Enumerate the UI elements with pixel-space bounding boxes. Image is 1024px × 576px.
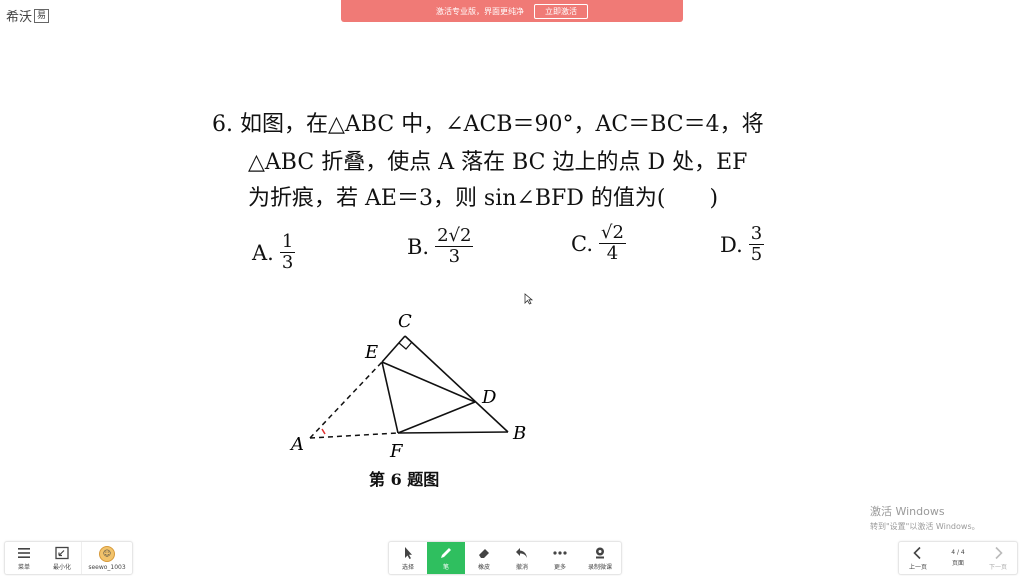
minimize-icon <box>55 546 69 559</box>
brand-logo: 希沃 易 <box>6 6 50 25</box>
option-a: A. 1 3 <box>252 231 296 273</box>
promo-banner: 激活专业版，界面更纯净 立即激活 <box>341 0 683 22</box>
edge-ec <box>381 335 406 363</box>
eraser-tool-label: 橡皮 <box>477 563 490 571</box>
option-c: C. √2 4 <box>571 223 626 264</box>
activate-button[interactable]: 立即激活 <box>534 3 588 19</box>
more-label: 更多 <box>553 563 566 571</box>
option-b-label: B. <box>407 234 430 259</box>
label-b: B <box>512 423 526 444</box>
toolbar-right: 上一页 4 / 4 页面 下一页 <box>898 541 1018 575</box>
label-f: F <box>389 441 404 462</box>
label-e: E <box>364 342 378 363</box>
record-lesson-button[interactable]: 录制微课 <box>579 542 621 574</box>
record-icon <box>596 547 604 558</box>
question-line-2: △ABC 折叠，使点 A 落在 BC 边上的点 D 处，EF <box>248 150 748 175</box>
more-dots-icon <box>553 550 567 555</box>
chevron-right-icon <box>995 546 1003 559</box>
brand-badge: 易 <box>34 8 50 23</box>
edge-fb <box>397 431 509 434</box>
pen-tool-label: 笔 <box>442 563 449 571</box>
user-account-button[interactable]: ☺ seewo_1003 <box>81 542 132 574</box>
option-c-fraction: √2 4 <box>599 223 626 264</box>
option-d-numerator: 3 <box>748 223 765 245</box>
next-page-label: 下一页 <box>988 563 1007 571</box>
watermark-line-2: 转到"设置"以激活 Windows。 <box>870 522 980 531</box>
edge-af-dashed <box>309 432 399 439</box>
eraser-tool-button[interactable]: 橡皮 <box>465 542 503 574</box>
option-c-denominator: 4 <box>606 243 619 264</box>
question-line-3: 为折痕，若 AE＝3，则 sin∠BFD 的值为( ) <box>248 186 719 211</box>
pages-label: 页面 <box>951 560 964 567</box>
undo-button[interactable]: 撤消 <box>503 542 541 574</box>
option-b: B. 2√2 3 <box>407 225 474 267</box>
chevron-left-icon <box>913 546 921 559</box>
eraser-icon <box>479 548 489 558</box>
menu-button[interactable]: 菜单 <box>5 542 43 574</box>
prev-page-label: 上一页 <box>908 563 927 571</box>
triangle-figure: C E D A F B <box>289 311 526 462</box>
minimize-label: 最小化 <box>52 563 71 571</box>
undo-label: 撤消 <box>515 563 528 571</box>
pages-button[interactable]: 4 / 4 页面 <box>937 542 979 574</box>
more-button[interactable]: 更多 <box>541 542 579 574</box>
label-d: D <box>481 387 497 408</box>
option-d-fraction: 3 5 <box>748 223 765 265</box>
option-d-label: D. <box>720 232 743 257</box>
red-tick-mark <box>321 428 326 435</box>
option-b-fraction: 2√2 3 <box>435 225 474 267</box>
edge-fd <box>397 401 476 434</box>
watermark-line-1: 激活 Windows <box>870 505 945 518</box>
record-lesson-label: 录制微课 <box>587 563 612 571</box>
edge-ed <box>381 361 476 403</box>
toolbar-left: 菜单 最小化 ☺ seewo_1003 <box>4 541 133 575</box>
prev-page-button[interactable]: 上一页 <box>899 542 937 574</box>
select-tool-label: 选择 <box>401 563 414 571</box>
option-a-fraction: 1 3 <box>279 231 296 273</box>
option-b-denominator: 3 <box>448 246 461 267</box>
pointer-icon <box>405 546 412 559</box>
edge-cb <box>404 335 509 433</box>
option-b-numerator: 2√2 <box>435 225 474 247</box>
page-count: 4 / 4 <box>951 549 965 556</box>
right-angle-mark <box>398 341 413 350</box>
select-tool-button[interactable]: 选择 <box>389 542 427 574</box>
mouse-cursor-icon <box>524 293 534 305</box>
figure-caption: 第 6 题图 <box>369 470 440 489</box>
option-d: D. 3 5 <box>720 223 765 265</box>
next-page-button[interactable]: 下一页 <box>979 542 1017 574</box>
undo-icon <box>516 547 527 558</box>
edge-ae-dashed <box>309 361 383 439</box>
option-a-label: A. <box>252 240 274 265</box>
label-c: C <box>398 311 412 332</box>
avatar: ☺ <box>99 545 115 562</box>
user-name: seewo_1003 <box>88 563 126 571</box>
option-c-numerator: √2 <box>599 222 626 244</box>
pen-icon <box>441 547 451 558</box>
windows-activation-watermark: 激活 Windows 转到"设置"以激活 Windows。 <box>870 503 980 532</box>
question-line-1: 6. 如图，在△ABC 中，∠ACB＝90°，AC＝BC＝4，将 <box>212 112 764 137</box>
option-d-denominator: 5 <box>750 244 763 265</box>
minimize-button[interactable]: 最小化 <box>43 542 81 574</box>
edge-ef <box>381 361 399 434</box>
menu-icon <box>18 547 30 558</box>
option-a-numerator: 1 <box>279 231 296 253</box>
toolbar-center: 选择 笔 橡皮 撤消 更多 录制微课 <box>388 541 622 575</box>
label-a: A <box>289 434 304 455</box>
pen-tool-button[interactable]: 笔 <box>427 542 465 574</box>
option-c-label: C. <box>571 231 593 256</box>
brand-name: 希沃 <box>6 10 33 25</box>
promo-text: 激活专业版，界面更纯净 <box>436 6 524 16</box>
option-a-denominator: 3 <box>281 252 294 273</box>
menu-label: 菜单 <box>17 563 30 571</box>
